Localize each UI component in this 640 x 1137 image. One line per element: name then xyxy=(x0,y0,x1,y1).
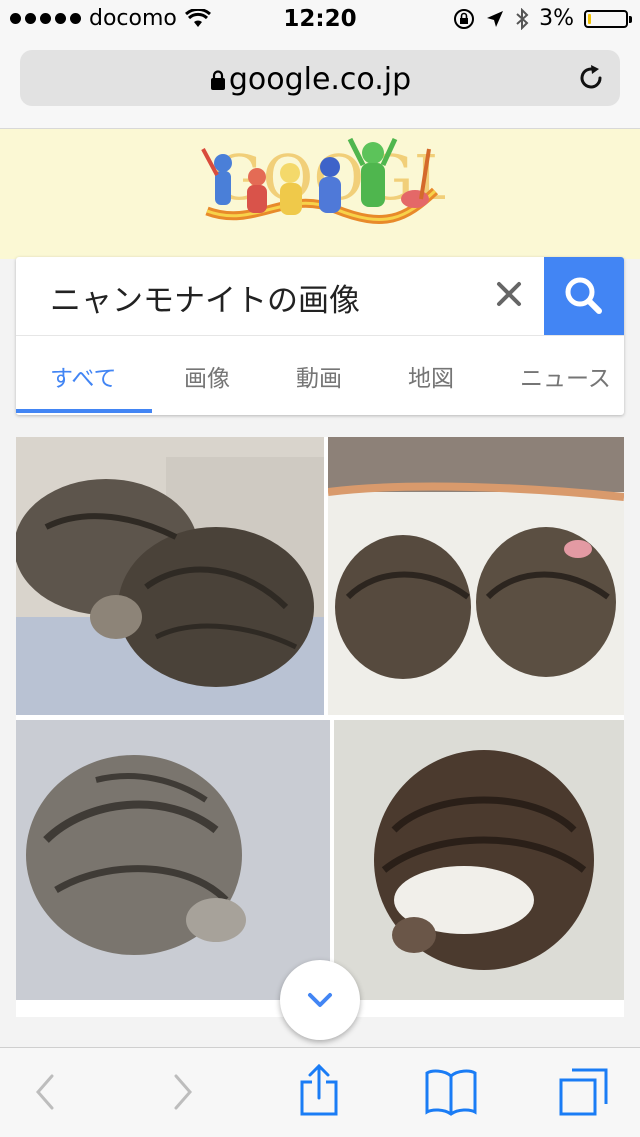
search-icon xyxy=(565,277,602,314)
browser-toolbar xyxy=(0,1047,640,1137)
search-card: ニャンモナイトの画像 すべて 画像 動画 地図 ニュース xyxy=(16,257,624,415)
chevron-down-icon xyxy=(308,993,332,1007)
battery-percent: 3% xyxy=(539,6,574,31)
tabs-icon[interactable] xyxy=(558,1066,610,1118)
battery-icon xyxy=(584,9,632,28)
status-icons: 3% xyxy=(453,6,632,31)
url-text: google.co.jp xyxy=(228,62,412,97)
tab-images[interactable]: 画像 xyxy=(184,359,230,393)
cat-image xyxy=(328,437,624,715)
image-result-3[interactable] xyxy=(16,720,330,1000)
google-header: GOOGLE xyxy=(0,129,640,259)
back-icon[interactable] xyxy=(30,1068,60,1116)
rotation-lock-icon xyxy=(454,8,475,29)
active-tab-indicator xyxy=(16,409,152,413)
address-bar[interactable]: google.co.jp xyxy=(20,50,620,106)
reload-icon[interactable] xyxy=(576,63,606,93)
doodle-figure-yellow xyxy=(280,163,302,215)
divider xyxy=(16,335,624,336)
battery-level xyxy=(588,13,591,24)
doodle-figure-blue xyxy=(201,148,232,205)
status-bar: docomo 12:20 3% xyxy=(0,0,640,40)
search-input[interactable]: ニャンモナイトの画像 xyxy=(50,275,360,320)
search-button[interactable] xyxy=(544,257,624,335)
location-icon xyxy=(487,10,504,27)
image-result-4[interactable] xyxy=(334,720,624,1000)
image-results xyxy=(16,437,624,1017)
cat-image xyxy=(16,437,324,715)
more-results-button[interactable] xyxy=(280,960,360,1040)
doodle-figure-navy xyxy=(319,157,341,213)
cat-image xyxy=(16,720,330,1000)
tab-all[interactable]: すべて xyxy=(50,359,116,393)
doodle-figure-red xyxy=(247,168,267,213)
clear-icon[interactable] xyxy=(494,279,524,309)
bluetooth-icon xyxy=(516,7,529,30)
tab-videos[interactable]: 動画 xyxy=(296,359,342,393)
forward-icon[interactable] xyxy=(168,1068,198,1116)
image-result-2[interactable] xyxy=(328,437,624,715)
tab-maps[interactable]: 地図 xyxy=(408,359,454,393)
cat-image xyxy=(334,720,624,1000)
browser-chrome: google.co.jp xyxy=(0,40,640,129)
tab-news[interactable]: ニュース xyxy=(520,359,624,393)
share-icon[interactable] xyxy=(298,1062,340,1118)
bookmarks-icon[interactable] xyxy=(424,1066,478,1116)
google-doodle[interactable]: GOOGLE xyxy=(195,129,445,251)
image-result-1[interactable] xyxy=(16,437,324,715)
